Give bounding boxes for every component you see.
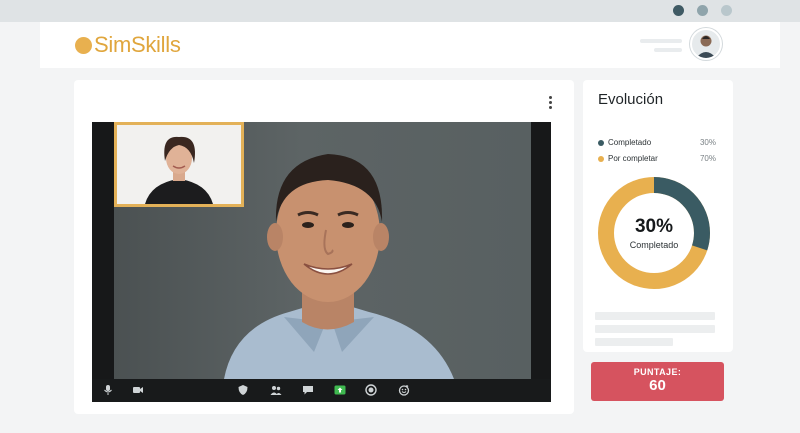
window-title-bar xyxy=(0,0,800,22)
legend-label: Por completar xyxy=(608,154,658,163)
menu-icon[interactable] xyxy=(640,39,682,57)
placeholder-line xyxy=(595,325,715,333)
reactions-icon[interactable] xyxy=(398,384,410,396)
user-avatar[interactable] xyxy=(690,28,722,60)
score-label: PUNTAJE: xyxy=(633,367,682,377)
security-icon[interactable] xyxy=(237,384,249,396)
more-vertical-icon[interactable] xyxy=(546,96,554,112)
legend-dot-pending xyxy=(598,155,604,162)
donut-value: 30% xyxy=(634,215,674,237)
evolution-title: Evolución xyxy=(598,91,664,108)
app-logo[interactable]: SimSkills xyxy=(75,34,181,56)
chat-icon[interactable] xyxy=(302,384,314,396)
app-header: SimSkills xyxy=(40,22,780,68)
legend-pending: Por completar 70% xyxy=(598,154,716,163)
legend-completed: Completado 30% xyxy=(598,138,716,147)
window-dot-medium[interactable] xyxy=(697,5,708,16)
window-dot-light[interactable] xyxy=(721,5,732,16)
score-value: 60 xyxy=(649,377,666,394)
brand-name: SimSkills xyxy=(94,32,181,57)
camera-icon[interactable] xyxy=(132,384,144,396)
video-stream[interactable] xyxy=(92,122,551,402)
self-view-video[interactable] xyxy=(114,122,244,207)
logo-mark xyxy=(75,36,92,54)
evolution-panel: Evolución Completado 30% Por completar 7… xyxy=(583,80,733,352)
legend-percent: 70% xyxy=(699,154,716,163)
record-icon[interactable] xyxy=(365,384,377,396)
mic-icon[interactable] xyxy=(102,384,114,396)
legend-percent: 30% xyxy=(699,138,716,147)
donut-center: 30% Completado xyxy=(595,174,713,292)
placeholder-line xyxy=(595,312,715,320)
legend-dot-completed xyxy=(598,139,604,146)
window-dot-dark[interactable] xyxy=(673,5,684,16)
donut-label: Completado xyxy=(629,239,679,250)
legend-label: Completado xyxy=(608,138,652,147)
video-call-card xyxy=(74,80,574,414)
share-screen-icon[interactable] xyxy=(334,384,346,396)
score-badge[interactable]: PUNTAJE: 60 xyxy=(591,362,724,401)
call-controls xyxy=(92,379,551,402)
participants-icon[interactable] xyxy=(270,384,282,396)
placeholder-line xyxy=(595,338,673,346)
